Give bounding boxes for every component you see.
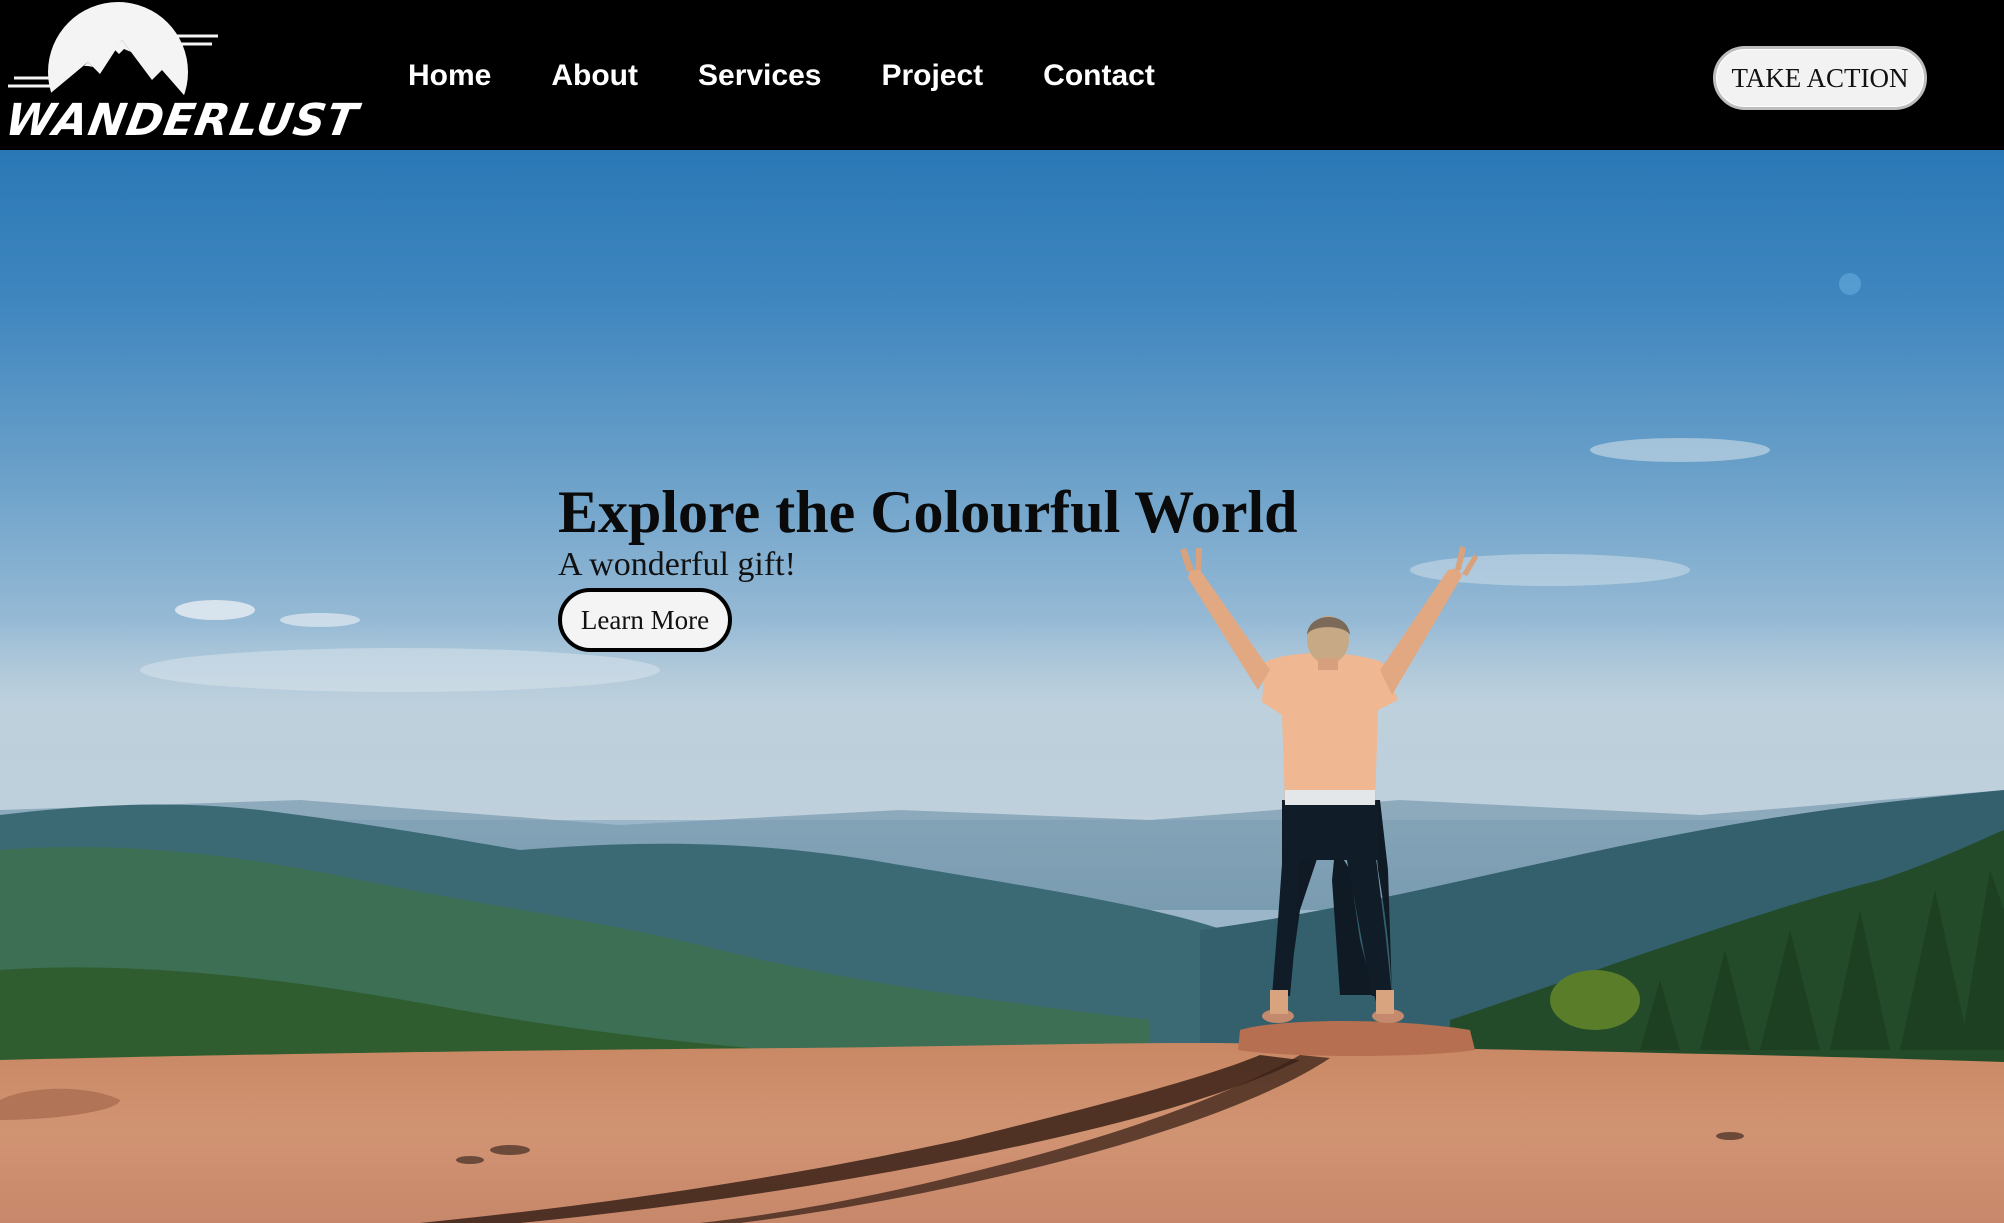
learn-more-button[interactable]: Learn More <box>558 588 732 652</box>
logo-text: WANDERLUST <box>1 95 362 146</box>
hero-content: Explore the Colourful World A wonderful … <box>558 480 1298 652</box>
nav-home[interactable]: Home <box>408 54 491 98</box>
hero-section: Explore the Colourful World A wonderful … <box>0 150 2004 1223</box>
take-action-button[interactable]: TAKE ACTION <box>1713 46 1927 110</box>
nav-about[interactable]: About <box>551 54 638 98</box>
hero-title: Explore the Colourful World <box>558 479 1298 545</box>
hero-subtitle: A wonderful gift! <box>558 546 796 583</box>
site-header: WANDERLUST Home About Services Project C… <box>0 0 2004 150</box>
main-nav: Home About Services Project Contact <box>408 54 1215 98</box>
nav-project[interactable]: Project <box>881 54 983 98</box>
nav-contact[interactable]: Contact <box>1043 54 1155 98</box>
hero-background-image <box>0 273 2004 1223</box>
nav-services[interactable]: Services <box>698 54 821 98</box>
logo[interactable]: WANDERLUST <box>0 0 362 150</box>
